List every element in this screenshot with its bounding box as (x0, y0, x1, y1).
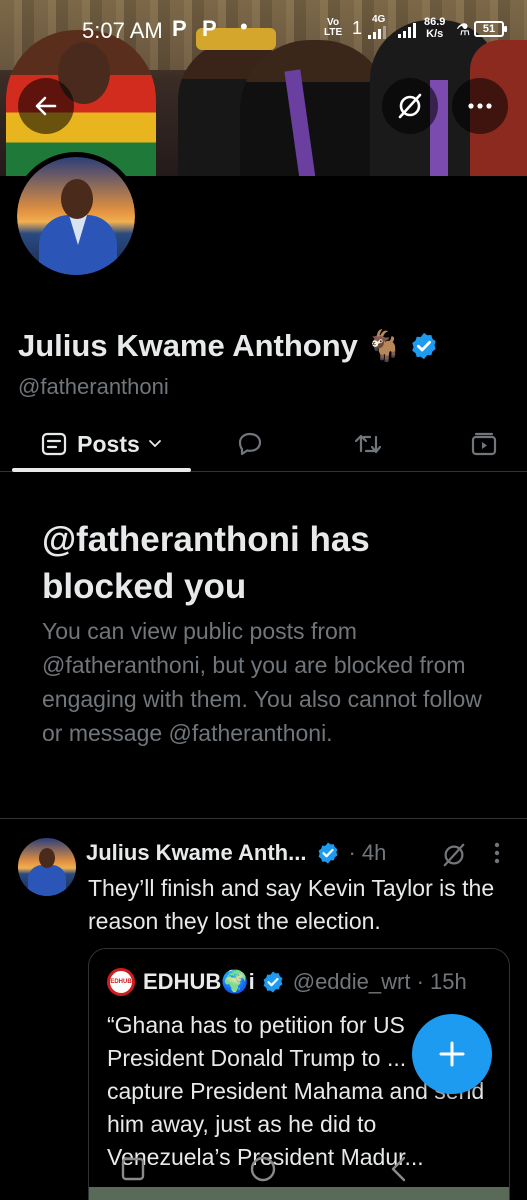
tweet-text: They’ll finish and say Kevin Taylor is t… (88, 875, 495, 934)
active-tab-indicator (12, 468, 191, 472)
tweet-time: · 4h (348, 840, 387, 865)
quoted-author-name: EDHUB🌍i (143, 969, 255, 994)
reply-icon (238, 432, 262, 456)
divider (0, 818, 527, 819)
more-horizontal-icon (468, 103, 492, 109)
more-notifications-dot: • (240, 14, 248, 39)
profile-tabs: Posts (0, 416, 527, 472)
avatar-image (39, 848, 55, 868)
grok-button[interactable] (382, 78, 438, 134)
profile-handle: @fatheranthoni (18, 374, 169, 399)
system-nav-bar (0, 1140, 527, 1200)
flask-icon: ⚗ (456, 22, 471, 39)
goat-emoji: 🐐 (365, 329, 404, 363)
arrow-left-icon (35, 96, 57, 116)
avatar-image (61, 179, 93, 219)
posts-icon (42, 432, 67, 456)
quoted-author-avatar: EDHUB (107, 968, 135, 996)
notification-icon: P (172, 16, 187, 41)
verified-badge-icon[interactable] (409, 331, 439, 361)
back-button[interactable] (18, 78, 74, 134)
back-nav-icon[interactable] (384, 1154, 414, 1184)
tab-replies[interactable] (220, 416, 280, 472)
profile-name-row: Julius Kwame Anthony 🐐 (18, 328, 439, 364)
media-icon (471, 432, 497, 456)
status-bar: 5:07 AM P P • Vo LTE 1 4G 86.9 K/s ⚗ 51 (0, 0, 527, 58)
tweet-header: Julius Kwame Anth... · 4h (86, 838, 386, 868)
more-options-button[interactable] (452, 78, 508, 134)
volte-indicator: Vo LTE (324, 17, 343, 38)
blocked-title: @fatheranthoni has blocked you (42, 520, 370, 606)
tweet-author-name[interactable]: Julius Kwame Anth... (86, 840, 306, 866)
status-time: 5:07 AM (82, 18, 163, 43)
network-speed-value: 86.9 (424, 16, 446, 28)
quoted-handle-time: @eddie_wrt · 15h (292, 969, 467, 994)
verified-badge-icon (319, 842, 338, 864)
tab-posts-label: Posts (77, 430, 140, 457)
chevron-down-icon (148, 440, 161, 448)
grok-icon[interactable] (440, 842, 468, 868)
battery-icon: 51 (474, 21, 507, 37)
avatar-image (28, 865, 66, 896)
recent-apps-icon[interactable] (118, 1154, 148, 1184)
tab-media[interactable] (454, 416, 514, 472)
notification-icon: P (202, 16, 217, 41)
home-icon[interactable] (248, 1154, 278, 1184)
network-speed-unit: K/s (426, 28, 444, 40)
network-speed: 86.9 K/s (424, 16, 445, 40)
more-vertical-icon[interactable] (494, 842, 500, 864)
compose-button[interactable] (412, 1014, 492, 1094)
repost-icon (354, 434, 382, 454)
signal-icon (368, 26, 386, 39)
blocked-description: You can view public posts from @fatheran… (42, 618, 482, 746)
tab-reposts[interactable] (338, 416, 398, 472)
verified-badge-icon (263, 971, 283, 993)
banner-figure (240, 40, 390, 176)
signal-icon (398, 23, 416, 38)
quoted-tweet-header: EDHUB EDHUB🌍i @eddie_wrt · 15h (107, 967, 467, 997)
profile-avatar[interactable] (12, 152, 140, 280)
tweet-avatar[interactable] (18, 838, 76, 896)
sim-slot-indicator: 1 (352, 18, 363, 38)
profile-name: Julius Kwame Anthony (18, 328, 358, 363)
grok-icon (398, 93, 422, 119)
tab-posts[interactable]: Posts (12, 416, 191, 472)
plus-icon (439, 1041, 465, 1067)
